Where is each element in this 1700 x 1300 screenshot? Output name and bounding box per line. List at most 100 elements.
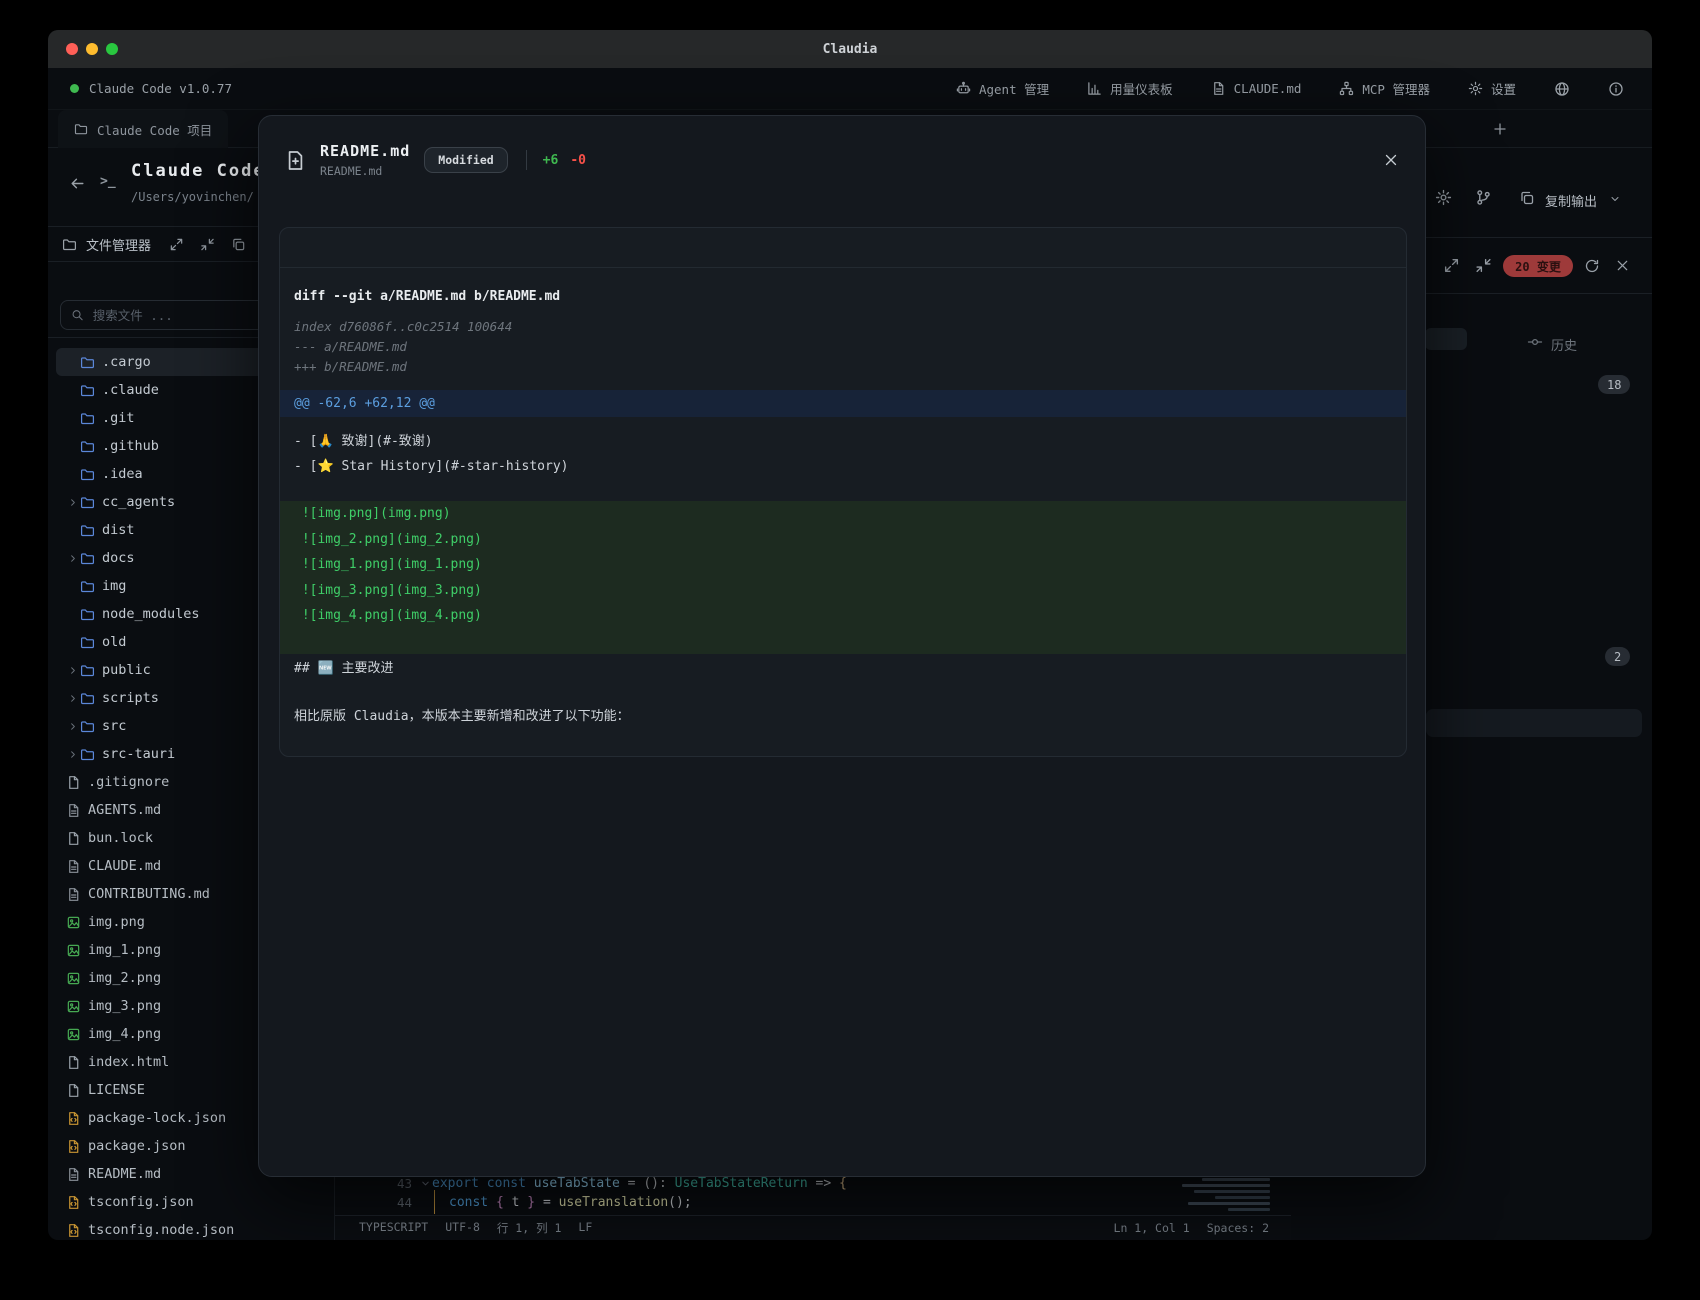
expand-icon[interactable] <box>169 237 184 252</box>
close-window-button[interactable] <box>66 43 78 55</box>
folder-icon <box>80 635 95 650</box>
status-segment: LF <box>578 1220 592 1236</box>
chevron-spacer <box>66 637 80 648</box>
diff-meta-line: --- a/README.md <box>280 337 1406 357</box>
image-file-icon <box>66 999 81 1014</box>
folder-icon <box>62 237 77 252</box>
git-branch-icon[interactable] <box>1475 189 1492 206</box>
collapse-icon[interactable] <box>1475 257 1492 274</box>
file-manager-label: 文件管理器 <box>86 235 151 254</box>
desktop-background: Claudia Claude Code v1.0.77 Agent 管理 用量仪表… <box>0 0 1700 1300</box>
window-title: Claudia <box>48 42 1652 57</box>
project-title: Claude Code <box>131 161 266 181</box>
menu-item-claude-md[interactable]: CLAUDE.md <box>1211 81 1302 96</box>
history-count-badge: 2 <box>1605 647 1630 666</box>
menu-item-mcp-manager[interactable]: MCP 管理器 <box>1339 79 1430 98</box>
folder-icon <box>80 607 95 622</box>
tree-item-label: CONTRIBUTING.md <box>88 886 210 902</box>
tree-item-label: img_3.png <box>88 998 161 1014</box>
chevron-spacer <box>66 609 80 620</box>
zoom-window-button[interactable] <box>106 43 118 55</box>
tree-item-label: cc_agents <box>102 494 175 510</box>
tree-item-label: .gitignore <box>88 774 169 790</box>
folder-icon <box>80 579 95 594</box>
changes-tab[interactable] <box>1425 328 1467 350</box>
list-item[interactable] <box>1426 709 1642 737</box>
tree-item-label: README.md <box>88 1166 161 1182</box>
diff-context-line: 相比原版 Claudia，本版本主要新增和改进了以下功能： <box>280 704 1406 729</box>
info-icon[interactable] <box>1608 81 1624 97</box>
folder-icon <box>74 122 88 136</box>
modal-subtitle: README.md <box>320 164 410 178</box>
menubar-actions: Agent 管理 用量仪表板 CLAUDE.md MCP 管理器 设置 <box>956 79 1624 98</box>
tree-item-label: docs <box>102 550 135 566</box>
copy-output-button[interactable]: 复制输出 <box>1545 191 1597 210</box>
modal-titles: README.md README.md <box>320 142 410 178</box>
diff-context-line: ## 🆕 主要改进 <box>280 656 1406 681</box>
tab-label: Claude Code 项目 <box>97 120 212 139</box>
refresh-icon[interactable] <box>1584 258 1600 274</box>
fold-chevron-icon[interactable] <box>420 1178 431 1189</box>
tree-item-label: img_2.png <box>88 970 161 986</box>
folder-icon <box>80 355 95 370</box>
tab-claude-code-project[interactable]: Claude Code 项目 <box>58 110 228 148</box>
md-file-icon <box>66 887 81 902</box>
modal-title: README.md <box>320 142 410 160</box>
app-window: Claudia Claude Code v1.0.77 Agent 管理 用量仪表… <box>48 30 1652 1240</box>
file-diff-icon <box>285 150 306 171</box>
close-modal-button[interactable] <box>1383 152 1399 168</box>
minimize-window-button[interactable] <box>86 43 98 55</box>
chevron-spacer <box>66 469 80 480</box>
minimap[interactable] <box>1178 1178 1270 1214</box>
folder-icon <box>80 439 95 454</box>
new-tab-button[interactable] <box>1492 121 1508 137</box>
diff-content: diff --git a/README.md b/README.mdindex … <box>280 283 1406 729</box>
diff-file-header: diff --git a/README.md b/README.md <box>280 283 1406 311</box>
chevron-right-icon <box>66 693 80 704</box>
menu-item-label: CLAUDE.md <box>1234 81 1302 96</box>
json-file-icon <box>66 1195 81 1210</box>
expand-icon[interactable] <box>1443 257 1460 274</box>
tree-item-label: img <box>102 578 126 594</box>
image-file-icon <box>66 943 81 958</box>
modal-header: README.md README.md Modified +6 -0 <box>259 116 1425 204</box>
terminal-prompt-icon: >_ <box>100 174 116 189</box>
tree-item-label: src <box>102 718 126 734</box>
copy-icon[interactable] <box>1519 190 1535 206</box>
diff-added-block: ![img.png](img.png) ![img_2.png](img_2.p… <box>280 501 1406 654</box>
app-version: Claude Code v1.0.77 <box>89 81 232 96</box>
menu-item-settings[interactable]: 设置 <box>1468 79 1516 98</box>
menu-item-usage-dashboard[interactable]: 用量仪表板 <box>1087 79 1173 98</box>
copy-icon[interactable] <box>231 237 246 252</box>
diff-hunk-header: @@ -62,6 +62,12 @@ <box>280 390 1406 417</box>
back-button[interactable] <box>69 175 86 192</box>
collapse-icon[interactable] <box>200 237 215 252</box>
diff-added-line: ![img_4.png](img_4.png) <box>280 603 1406 629</box>
chevron-right-icon <box>66 721 80 732</box>
tree-item-label: CLAUDE.md <box>88 858 161 874</box>
diff-added-line: ![img.png](img.png) <box>280 501 1406 527</box>
menu-item-agent-manager[interactable]: Agent 管理 <box>956 79 1049 98</box>
tree-item-tsconfig.json[interactable]: tsconfig.json <box>56 1188 326 1216</box>
tree-item-label: .idea <box>102 466 143 482</box>
tree-item-label: img_1.png <box>88 942 161 958</box>
status-badge: Modified <box>424 147 507 173</box>
chevron-down-icon[interactable] <box>1609 193 1621 205</box>
divider <box>526 150 527 170</box>
folder-icon <box>80 523 95 538</box>
tree-item-tsconfig.node.json[interactable]: tsconfig.node.json <box>56 1216 326 1240</box>
folder-icon <box>80 747 95 762</box>
diff-context-line: - [🙏 致谢](#-致谢) <box>280 429 1406 454</box>
chevron-spacer <box>66 413 80 424</box>
search-icon <box>71 308 84 322</box>
tree-item-label: bun.lock <box>88 830 153 846</box>
menu-item-label: 用量仪表板 <box>1110 79 1173 98</box>
gear-icon[interactable] <box>1435 189 1452 206</box>
language-icon[interactable] <box>1554 81 1570 97</box>
code-text: const { t } = useTranslation(); <box>449 1195 692 1210</box>
close-icon[interactable] <box>1615 258 1630 273</box>
history-tab[interactable]: 历史 <box>1551 335 1577 354</box>
line-number: 44 <box>380 1195 412 1210</box>
additions-count: +6 <box>543 153 559 168</box>
image-file-icon <box>66 915 81 930</box>
